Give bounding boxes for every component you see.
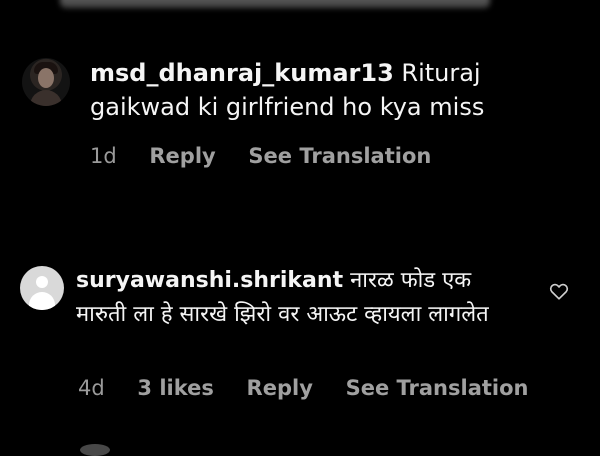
default-avatar-head: [36, 276, 48, 288]
default-avatar-body: [29, 292, 55, 310]
comment-2: suryawanshi.shrikant नारळ फोड एक मारुती …: [0, 258, 600, 408]
likes-count[interactable]: 3 likes: [137, 376, 213, 400]
see-translation-link[interactable]: See Translation: [248, 144, 431, 168]
comment-meta: 4d 3 likes Reply See Translation: [78, 376, 554, 400]
see-translation-link[interactable]: See Translation: [346, 376, 529, 400]
avatar[interactable]: [22, 58, 70, 106]
reply-button[interactable]: Reply: [247, 376, 313, 400]
next-comment-avatar-peek: [80, 444, 110, 456]
comment-username[interactable]: msd_dhanraj_kumar13: [90, 59, 394, 87]
comment-text-block: msd_dhanraj_kumar13 Rituraj gaikwad ki g…: [90, 56, 560, 124]
avatar-face: [38, 68, 54, 88]
comment-time: 4d: [78, 376, 105, 400]
avatar[interactable]: [20, 266, 64, 310]
comment-meta: 1d Reply See Translation: [90, 144, 457, 168]
reply-button[interactable]: Reply: [149, 144, 215, 168]
comment-text-block: suryawanshi.shrikant नारळ फोड एक मारुती …: [76, 264, 526, 332]
heart-icon[interactable]: [548, 280, 570, 302]
comment-time: 1d: [90, 144, 117, 168]
comment-1: msd_dhanraj_kumar13 Rituraj gaikwad ki g…: [0, 52, 600, 182]
comment-username[interactable]: suryawanshi.shrikant: [76, 268, 343, 293]
avatar-shoulders: [30, 90, 62, 106]
previous-comment-fade: [60, 0, 490, 8]
